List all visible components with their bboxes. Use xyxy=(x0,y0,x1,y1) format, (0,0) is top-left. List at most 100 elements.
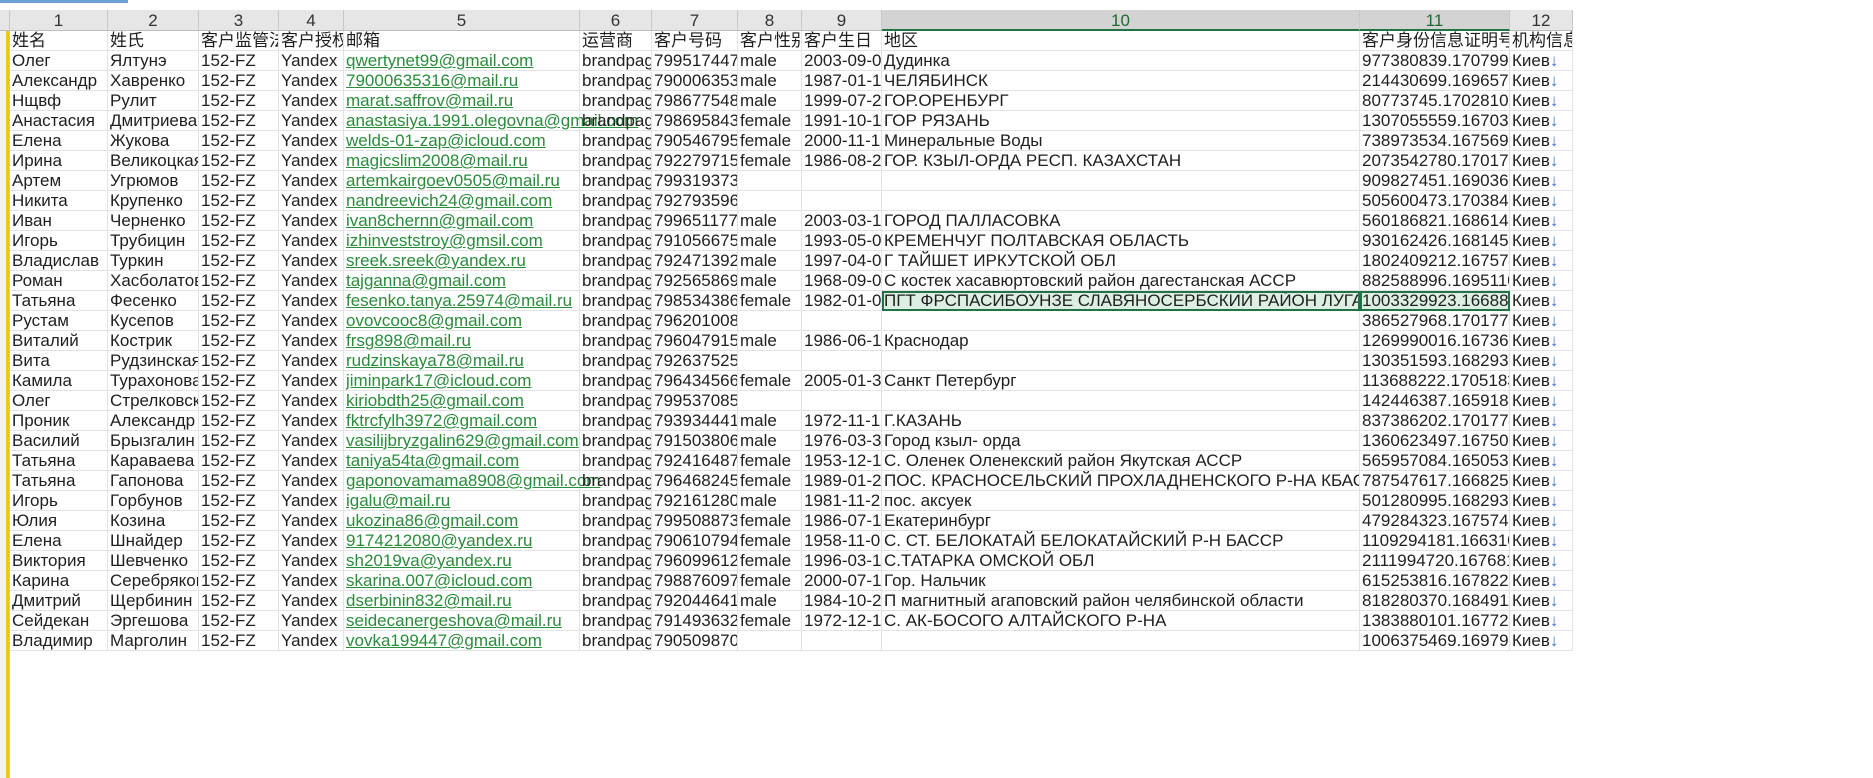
table-cell[interactable]: Yandex xyxy=(279,231,344,251)
table-cell[interactable]: 152-FZ xyxy=(199,211,279,231)
table-cell[interactable]: 152-FZ xyxy=(199,511,279,531)
table-cell[interactable]: 787547617.1668259200 xyxy=(1360,471,1510,491)
email-link[interactable]: nandreevich24@gmail.com xyxy=(344,191,580,211)
table-cell[interactable]: 1953-12-12 xyxy=(802,451,882,471)
table-cell[interactable]: 79061079411 xyxy=(652,531,738,551)
table-cell[interactable]: 152-FZ xyxy=(199,151,279,171)
table-cell[interactable] xyxy=(802,631,882,651)
table-cell[interactable]: 152-FZ xyxy=(199,191,279,211)
table-cell[interactable]: 152-FZ xyxy=(199,631,279,651)
column-header-2[interactable]: 2 xyxy=(108,10,199,31)
table-cell[interactable]: 152-FZ xyxy=(199,71,279,91)
table-cell[interactable]: 1968-09-03 xyxy=(802,271,882,291)
table-cell[interactable]: 386527968.1701774159 xyxy=(1360,311,1510,331)
table-cell[interactable]: ЧЕЛЯБИНСК xyxy=(882,71,1360,91)
table-cell[interactable]: brandpage xyxy=(580,51,652,71)
table-cell[interactable]: 1993-05-06 xyxy=(802,231,882,251)
table-cell[interactable] xyxy=(802,191,882,211)
table-cell[interactable]: ГОРОД ПАЛЛАСОВКА xyxy=(882,211,1360,231)
table-cell[interactable]: П магнитный агаповский район челябинской… xyxy=(882,591,1360,611)
table-cell[interactable]: Крупенко xyxy=(108,191,199,211)
table-cell[interactable]: Проник xyxy=(10,411,108,431)
table-cell[interactable]: Гапонова xyxy=(108,471,199,491)
email-link[interactable]: 9174212080@yandex.ru xyxy=(344,531,580,551)
table-cell[interactable] xyxy=(738,631,802,651)
email-link[interactable]: jiminpark17@icloud.com xyxy=(344,371,580,391)
column-header-12[interactable]: 12 xyxy=(1510,10,1573,31)
table-cell[interactable]: Yandex xyxy=(279,551,344,571)
table-cell[interactable]: Олег xyxy=(10,391,108,411)
table-cell[interactable]: Стрелковский xyxy=(108,391,199,411)
table-cell[interactable]: Фесенко xyxy=(108,291,199,311)
table-cell[interactable]: 79931937399 xyxy=(652,171,738,191)
table-cell[interactable]: Киев↓ xyxy=(1510,151,1573,171)
table-cell[interactable]: 79869584326 xyxy=(652,111,738,131)
table-cell[interactable]: Киев↓ xyxy=(1510,91,1573,111)
table-cell[interactable]: 152-FZ xyxy=(199,431,279,451)
table-cell[interactable]: Киев↓ xyxy=(1510,71,1573,91)
table-cell[interactable]: brandpage xyxy=(580,291,652,311)
table-cell[interactable]: ГОР. КЗЫЛ-ОРДА РЕСП. КАЗАХСТАН xyxy=(882,151,1360,171)
email-link[interactable]: seidecanergeshova@mail.ru xyxy=(344,611,580,631)
table-cell[interactable]: Шнайдер xyxy=(108,531,199,551)
table-cell[interactable]: 152-FZ xyxy=(199,531,279,551)
table-cell[interactable]: 1984-10-24 xyxy=(802,591,882,611)
table-cell[interactable]: 79000635316 xyxy=(652,71,738,91)
table-cell[interactable]: Нщвф xyxy=(10,91,108,111)
table-cell[interactable]: Yandex xyxy=(279,291,344,311)
table-cell[interactable]: 79867754862 xyxy=(652,91,738,111)
table-cell[interactable]: 79620100861 xyxy=(652,311,738,331)
table-cell[interactable]: 1003329923.166885033 xyxy=(1360,291,1510,311)
table-cell[interactable]: Yandex xyxy=(279,631,344,651)
table-cell[interactable]: 1360623497.167506404 xyxy=(1360,431,1510,451)
column-title[interactable]: 姓名 xyxy=(10,31,108,51)
table-cell[interactable]: Татьяна xyxy=(10,291,108,311)
table-cell[interactable]: 152-FZ xyxy=(199,551,279,571)
table-cell[interactable]: Владимир xyxy=(10,631,108,651)
table-cell[interactable]: Киев↓ xyxy=(1510,551,1573,571)
column-title[interactable]: 客户号码 xyxy=(652,31,738,51)
table-cell[interactable]: 1986-08-24 xyxy=(802,151,882,171)
table-cell[interactable]: 113688222.1705183025 xyxy=(1360,371,1510,391)
table-cell[interactable]: 152-FZ xyxy=(199,51,279,71)
table-cell[interactable]: Козина xyxy=(108,511,199,531)
email-link[interactable]: anastasiya.1991.olegovna@gmail.com xyxy=(344,111,638,131)
table-cell[interactable] xyxy=(882,171,1360,191)
table-cell[interactable]: Краснодар xyxy=(882,331,1360,351)
email-link[interactable]: artemkairgoev0505@mail.ru xyxy=(344,171,580,191)
table-cell[interactable]: female xyxy=(738,531,802,551)
table-cell[interactable]: С. АК-БОСОГО АЛТАЙСКОГО Р-НА xyxy=(882,611,1360,631)
table-cell[interactable]: 2000-11-17 xyxy=(802,131,882,151)
table-cell[interactable]: Юлия xyxy=(10,511,108,531)
table-cell[interactable] xyxy=(802,171,882,191)
table-cell[interactable]: Киев↓ xyxy=(1510,451,1573,471)
table-cell[interactable]: female xyxy=(738,451,802,471)
email-link[interactable]: skarina.007@icloud.com xyxy=(344,571,580,591)
table-cell[interactable]: Yandex xyxy=(279,331,344,351)
table-cell[interactable]: Ирина xyxy=(10,151,108,171)
table-cell[interactable]: Карина xyxy=(10,571,108,591)
table-cell[interactable]: brandpage xyxy=(580,151,652,171)
table-cell[interactable]: 152-FZ xyxy=(199,331,279,351)
table-cell[interactable]: С. Оленек Оленекский район Якутская АССР xyxy=(882,451,1360,471)
email-link[interactable]: marat.saffrov@mail.ru xyxy=(344,91,580,111)
table-cell[interactable]: brandpage xyxy=(580,191,652,211)
email-link[interactable]: igalu@mail.ru xyxy=(344,491,580,511)
table-cell[interactable]: brandpage xyxy=(580,211,652,231)
table-cell[interactable]: Киев↓ xyxy=(1510,231,1573,251)
email-link[interactable]: ivan8chernn@gmail.com xyxy=(344,211,580,231)
table-cell[interactable]: 1986-06-17 xyxy=(802,331,882,351)
table-cell[interactable]: male xyxy=(738,91,802,111)
table-cell[interactable] xyxy=(738,171,802,191)
table-cell[interactable]: Брызгалин xyxy=(108,431,199,451)
table-cell[interactable]: brandpage xyxy=(580,131,652,151)
table-cell[interactable]: Киев↓ xyxy=(1510,311,1573,331)
table-cell[interactable]: 79604791520 xyxy=(652,331,738,351)
table-cell[interactable]: male xyxy=(738,51,802,71)
column-title[interactable]: 客户授权 xyxy=(279,31,344,51)
table-cell[interactable]: 152-FZ xyxy=(199,291,279,311)
column-header-11[interactable]: 11 xyxy=(1360,10,1510,31)
table-cell[interactable]: Игорь xyxy=(10,231,108,251)
table-cell[interactable]: brandpage xyxy=(580,531,652,551)
table-cell[interactable]: Киев↓ xyxy=(1510,471,1573,491)
